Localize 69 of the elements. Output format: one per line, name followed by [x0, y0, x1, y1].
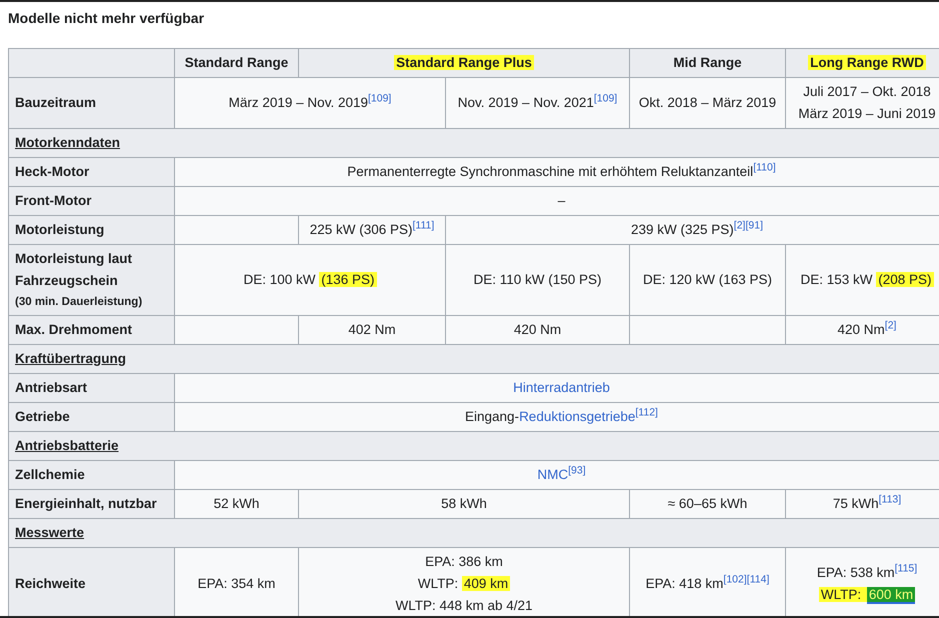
cell-text: EPA: 418 km [646, 576, 724, 591]
cell-text: Eingang- [465, 409, 520, 424]
row-label: Energieinhalt, nutzbar [15, 496, 157, 511]
cell-text: Mid Range [673, 55, 742, 70]
reference-link[interactable]: [114] [746, 574, 770, 586]
reference-link[interactable]: [109] [368, 92, 392, 104]
highlighted-text: (208 PS) [876, 272, 934, 287]
row-label: Bauzeitraum [15, 95, 96, 110]
highlighted-text: (136 PS) [319, 272, 377, 287]
cell-text: DE: 110 kW (150 PS) [473, 272, 602, 287]
reference-link[interactable]: [115] [894, 562, 918, 574]
reference-link[interactable]: [2] [734, 220, 746, 232]
cell-text: Okt. 2018 – März 2019 [638, 95, 776, 110]
highlighted-text: Long Range RWD [808, 55, 926, 70]
link[interactable]: Reduktionsgetriebe [519, 409, 636, 424]
highlighted-text: Standard Range Plus [394, 55, 534, 70]
row-label: Zellchemie [15, 467, 85, 482]
cell-text: WLTP: [418, 576, 460, 591]
cell-text: 75 kWh [832, 496, 879, 511]
cell-text: 420 Nm [838, 322, 885, 337]
row-label: Front-Motor [15, 193, 92, 208]
highlighted-text: 409 km [462, 576, 510, 591]
reference-link[interactable]: [2] [884, 320, 896, 332]
cell-text: EPA: 386 km [425, 554, 503, 569]
section-heading-link[interactable]: Antriebsbatterie [15, 438, 119, 453]
reference-link[interactable]: [111] [412, 220, 434, 232]
section-heading-link[interactable]: Kraftübertragung [15, 351, 126, 366]
cell-text: DE: 100 kW [243, 272, 316, 287]
cell-text: 225 kW (306 PS) [310, 222, 412, 237]
cell-text: 402 Nm [348, 322, 396, 337]
section-heading-link[interactable]: Motorkenndaten [15, 135, 120, 150]
cell-text: März 2019 – Nov. 2019 [228, 95, 368, 110]
section-heading-link[interactable]: Messwerte [15, 525, 84, 540]
row-label: Reichweite [15, 576, 86, 591]
cell-text: DE: 153 kW [800, 272, 874, 287]
highlighted-text: WLTP: [818, 587, 867, 602]
link[interactable]: Hinterradantrieb [513, 380, 610, 395]
reference-link[interactable]: [91] [745, 220, 763, 232]
reference-link[interactable]: [113] [878, 494, 902, 506]
cell-text: Standard Range [184, 55, 288, 70]
cell-text: WLTP: 448 km ab 4/21 [395, 598, 533, 613]
row-label: Antriebsart [15, 380, 88, 395]
highlighted-text: 600 km [866, 587, 916, 604]
row-label: Getriebe [15, 409, 70, 424]
link[interactable]: NMC [537, 467, 568, 482]
cell-text: Nov. 2019 – Nov. 2021 [458, 95, 594, 110]
row-note: (30 min. Dauerleistung) [15, 295, 144, 310]
table-title: Modelle nicht mehr verfügbar [8, 9, 206, 28]
reference-link[interactable]: [112] [635, 406, 658, 418]
cell-text: März 2019 – Juni 2019 [798, 106, 936, 121]
cell-text: DE: 120 kW (163 PS) [642, 272, 772, 287]
row-label: Motorleistung [15, 222, 104, 237]
row-label: Max. Drehmoment [15, 322, 132, 337]
reference-link[interactable]: [93] [568, 464, 586, 476]
cell-text: 239 kW (325 PS) [631, 222, 734, 237]
cell-text: Juli 2017 – Okt. 2018 [803, 84, 931, 99]
cell-text: 58 kWh [441, 496, 487, 511]
cell-text: Permanenterregte Synchronmaschine mit erhöhtem Reluktanzanteil [347, 164, 754, 179]
reference-link[interactable]: [102] [723, 574, 747, 586]
cell-text: 52 kWh [214, 496, 260, 511]
cell-text: ≈ 60–65 kWh [668, 496, 748, 511]
cell-text: 420 Nm [514, 322, 562, 337]
reference-link[interactable]: [109] [594, 92, 618, 104]
row-label: Heck-Motor [15, 164, 90, 179]
row-label: Motorleistung laut Fahrzeugschein [15, 251, 132, 288]
cell-text: EPA: 538 km [816, 565, 895, 580]
cell-text: EPA: 354 km [198, 576, 276, 591]
reference-link[interactable]: [110] [753, 162, 776, 174]
cell-text: – [558, 193, 566, 208]
